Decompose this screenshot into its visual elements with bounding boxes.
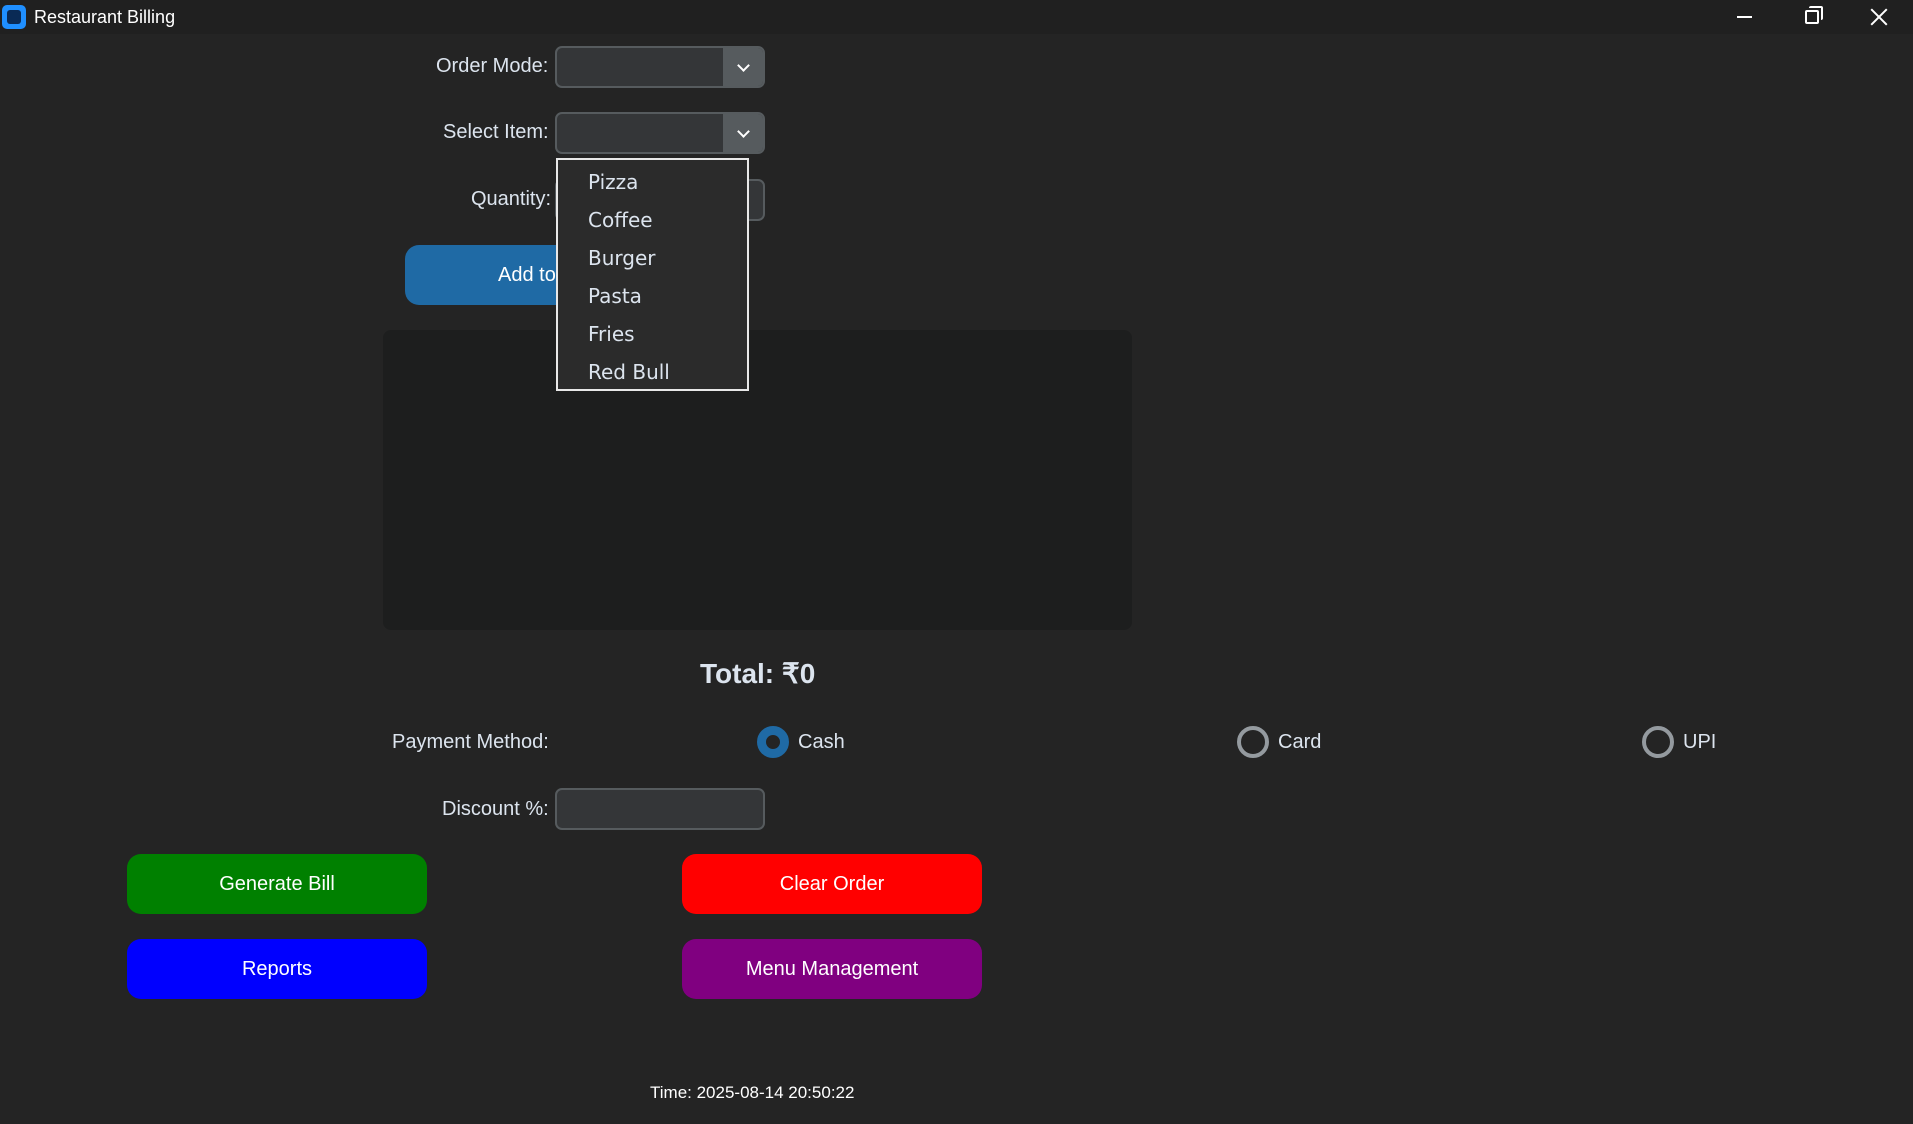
payment-card-label[interactable]: Card [1278, 731, 1321, 754]
clear-order-button[interactable]: Clear Order [682, 854, 982, 914]
menu-management-label: Menu Management [745, 957, 919, 980]
payment-method-label: Payment Method: [392, 731, 549, 753]
minimize-icon [1736, 16, 1752, 18]
order-textbox[interactable] [383, 330, 1132, 630]
quantity-label: Quantity: [471, 188, 552, 210]
time-status: Time: 2025-08-14 20:50:22 [650, 1083, 855, 1102]
dropdown-option-red-bull[interactable]: Red Bull [588, 360, 670, 384]
minimize-button[interactable] [1710, 0, 1778, 34]
item-dropdown-menu: Pizza Coffee Burger Pasta Fries Red Bull [556, 158, 749, 391]
select-item-combobox[interactable] [555, 112, 765, 154]
add-to-order-label: Add to [498, 263, 556, 286]
menu-management-button[interactable]: Menu Management [682, 939, 982, 999]
close-button[interactable] [1845, 0, 1913, 34]
generate-bill-button[interactable]: Generate Bill [127, 854, 427, 914]
window-title: Restaurant Billing [34, 7, 176, 27]
restore-icon [1805, 6, 1823, 24]
order-mode-label: Order Mode: [436, 55, 549, 77]
dropdown-option-pasta[interactable]: Pasta [588, 284, 642, 308]
payment-cash-label[interactable]: Cash [798, 731, 845, 754]
dropdown-option-coffee[interactable]: Coffee [588, 208, 653, 232]
close-icon [1870, 8, 1888, 26]
order-mode-dropdown-button[interactable] [723, 48, 763, 86]
select-item-label: Select Item: [443, 121, 549, 143]
dropdown-option-pizza[interactable]: Pizza [588, 170, 638, 194]
chevron-down-icon [736, 58, 750, 72]
select-item-dropdown-button[interactable] [723, 114, 763, 152]
app-icon [2, 5, 26, 29]
clear-order-label: Clear Order [779, 872, 885, 895]
order-mode-combobox[interactable] [555, 46, 765, 88]
total-label: Total: ₹0 [700, 658, 816, 689]
reports-label: Reports [241, 957, 313, 980]
maximize-button[interactable] [1778, 0, 1846, 34]
title-bar: Restaurant Billing [0, 0, 1913, 34]
payment-upi-label[interactable]: UPI [1683, 731, 1716, 754]
chevron-down-icon [736, 124, 750, 138]
payment-card-radio[interactable] [1237, 726, 1269, 758]
dropdown-option-burger[interactable]: Burger [588, 246, 656, 270]
discount-label: Discount %: [442, 798, 549, 820]
payment-upi-radio[interactable] [1642, 726, 1674, 758]
reports-button[interactable]: Reports [127, 939, 427, 999]
discount-input[interactable] [555, 788, 765, 830]
payment-cash-radio[interactable] [757, 726, 789, 758]
generate-bill-label: Generate Bill [219, 872, 335, 895]
dropdown-option-fries[interactable]: Fries [588, 322, 635, 346]
